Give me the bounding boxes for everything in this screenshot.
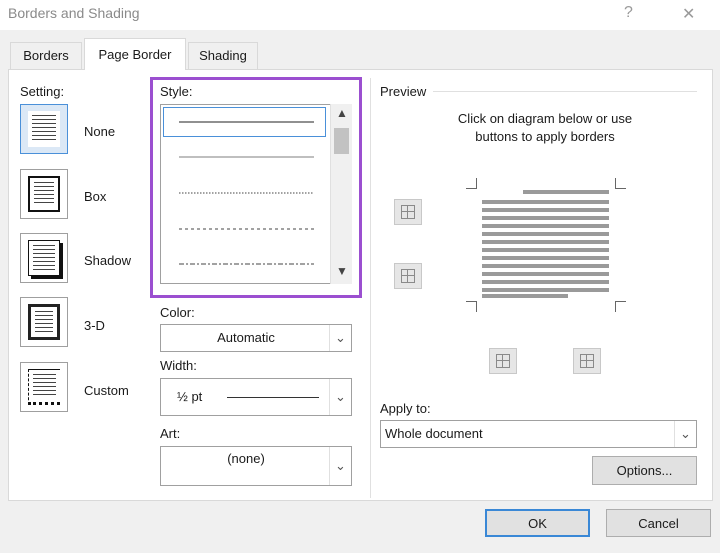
width-value: ½ pt xyxy=(177,389,203,404)
preview-diagram[interactable] xyxy=(466,178,626,312)
corner-mark xyxy=(615,301,626,312)
chevron-down-icon[interactable]: ⌄ xyxy=(329,447,351,485)
bottom-border-button[interactable] xyxy=(394,263,422,289)
setting-label: Setting: xyxy=(20,84,65,99)
tab-borders[interactable]: Borders xyxy=(10,42,82,69)
options-button[interactable]: Options... xyxy=(592,456,697,485)
art-label: Art: xyxy=(160,426,181,441)
ok-button[interactable]: OK xyxy=(485,509,590,537)
setting-shadow-label[interactable]: Shadow xyxy=(84,253,131,268)
width-label: Width: xyxy=(160,358,197,373)
right-border-button[interactable] xyxy=(573,348,601,374)
border-right-icon xyxy=(580,354,594,368)
tab-label: Page Border xyxy=(98,47,172,62)
tab-page-border[interactable]: Page Border xyxy=(84,38,186,70)
preview-rule xyxy=(433,91,697,92)
style-scrollbar[interactable]: ▲ ▼ xyxy=(330,104,352,284)
color-value: Automatic xyxy=(217,330,275,345)
chevron-down-icon[interactable]: ⌄ xyxy=(329,325,351,351)
close-button[interactable]: ✕ xyxy=(682,4,695,24)
corner-mark xyxy=(466,178,477,189)
style-label: Style: xyxy=(160,84,193,99)
help-button[interactable]: ? xyxy=(624,4,633,22)
apply-to-label: Apply to: xyxy=(380,401,431,416)
cancel-button[interactable]: Cancel xyxy=(606,509,711,537)
border-bottom-icon xyxy=(401,269,415,283)
setting-custom-icon[interactable] xyxy=(20,362,68,412)
preview-text-line xyxy=(523,190,609,194)
setting-box-label[interactable]: Box xyxy=(84,189,106,204)
preview-text-block xyxy=(482,200,609,292)
chevron-down-icon[interactable]: ⌄ xyxy=(674,421,696,447)
apply-to-dropdown[interactable]: Whole document ⌄ xyxy=(380,420,697,448)
title-bar: Borders and Shading ? ✕ xyxy=(0,0,720,30)
width-preview-line xyxy=(227,397,319,398)
art-dropdown[interactable]: (none) ⌄ xyxy=(160,446,352,486)
section-divider xyxy=(370,78,371,498)
setting-custom-label[interactable]: Custom xyxy=(84,383,129,398)
style-options[interactable] xyxy=(160,104,330,284)
setting-none-label[interactable]: None xyxy=(84,124,115,139)
preview-text-line xyxy=(482,294,568,298)
scroll-down-icon[interactable]: ▼ xyxy=(336,264,348,278)
tab-shading[interactable]: Shading xyxy=(188,42,258,69)
scroll-thumb[interactable] xyxy=(334,128,349,154)
dialog-title: Borders and Shading xyxy=(8,5,140,21)
setting-none-icon[interactable] xyxy=(20,104,68,154)
tab-label: Borders xyxy=(23,48,69,63)
preview-instructions: Click on diagram below or use buttons to… xyxy=(457,111,633,144)
color-label: Color: xyxy=(160,305,195,320)
top-border-button[interactable] xyxy=(394,199,422,225)
left-border-button[interactable] xyxy=(489,348,517,374)
tab-label: Shading xyxy=(199,48,247,63)
setting-shadow-icon[interactable] xyxy=(20,233,68,283)
apply-to-value: Whole document xyxy=(385,426,483,441)
border-top-icon xyxy=(401,205,415,219)
corner-mark xyxy=(615,178,626,189)
width-dropdown[interactable]: ½ pt ⌄ xyxy=(160,378,352,416)
corner-mark xyxy=(466,301,477,312)
setting-box-icon[interactable] xyxy=(20,169,68,219)
border-left-icon xyxy=(496,354,510,368)
color-dropdown[interactable]: Automatic ⌄ xyxy=(160,324,352,352)
scroll-up-icon[interactable]: ▲ xyxy=(336,106,348,120)
chevron-down-icon[interactable]: ⌄ xyxy=(329,379,351,415)
setting-3d-icon[interactable] xyxy=(20,297,68,347)
preview-label: Preview xyxy=(380,84,427,99)
art-value: (none) xyxy=(227,451,265,466)
setting-3d-label[interactable]: 3-D xyxy=(84,318,105,333)
